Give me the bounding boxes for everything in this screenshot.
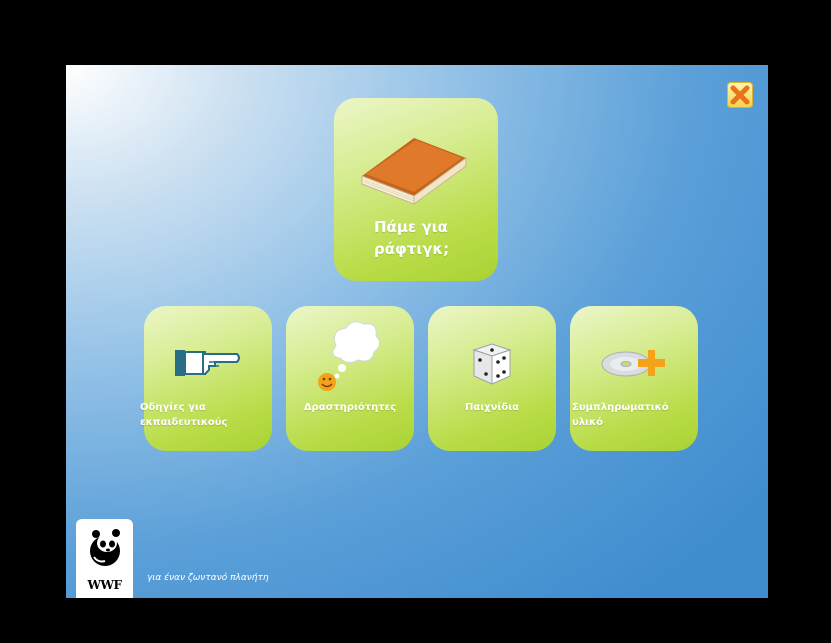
tile-supplementary-label: Συμπληρωματικό υλικό <box>572 402 669 428</box>
cd-plus-icon <box>601 350 665 377</box>
book-icon <box>361 138 467 205</box>
close-button[interactable] <box>727 82 753 108</box>
dice-icon <box>472 343 512 385</box>
pointing-hand-icon <box>175 350 240 376</box>
thought-bubble-smiley-icon <box>318 321 380 391</box>
panda-icon <box>90 529 120 566</box>
tile-teacher-guide-label: Οδηγίες για εκπαιδευτικούς <box>140 402 228 428</box>
tile-games[interactable]: Παιχνίδια <box>428 306 556 451</box>
main-tile-rafting[interactable]: Πάμε για ράφτιγκ; <box>334 98 498 281</box>
main-tile-label: Πάμε για ράφτιγκ; <box>374 218 450 258</box>
wwf-logo-text: WWF <box>87 578 122 592</box>
close-icon <box>730 85 750 105</box>
tagline: για έναν ζωντανό πλανήτη <box>147 573 269 583</box>
app-stage: Πάμε για ράφτιγκ; Οδηγίες για εκπαιδευτι… <box>66 65 768 598</box>
tile-teacher-guide[interactable]: Οδηγίες για εκπαιδευτικούς <box>140 306 272 451</box>
tile-activities-label: Δραστηριότητες <box>303 402 397 413</box>
tile-supplementary-material[interactable]: Συμπληρωματικό υλικό <box>570 306 698 451</box>
tile-games-label: Παιχνίδια <box>465 402 519 413</box>
wwf-logo: WWF <box>76 519 133 598</box>
tile-activities[interactable]: Δραστηριότητες <box>286 306 414 451</box>
